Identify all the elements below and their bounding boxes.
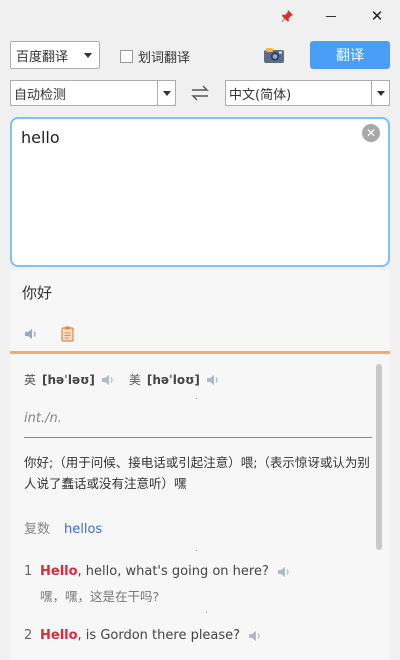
word-select-checkbox[interactable]: [120, 50, 133, 63]
chevron-down-icon: [84, 53, 92, 58]
source-text-value: hello: [21, 128, 60, 147]
example-translation: 嘿，嘿，这是在干吗?: [40, 589, 160, 604]
dictionary-panel: 英 [həˈləʊ] 美 [həˈloʊ] int./n. 你好;（用于问候、接…: [10, 354, 390, 660]
close-icon: ✕: [370, 7, 384, 25]
word-select-label: 划词翻译: [138, 51, 191, 66]
camera-icon[interactable]: [263, 46, 285, 64]
us-phonetic: [həˈloʊ]: [146, 372, 200, 387]
engine-select-value: 百度翻译: [16, 49, 69, 65]
result-panel: 你好 英 [həˈləʊ] 美 [həˈloʊ] int./n. 你好;（用于问…: [10, 270, 390, 660]
plural-label: 复数: [24, 522, 51, 537]
separator-dot: [196, 398, 197, 399]
minimize-icon: [326, 15, 336, 17]
pin-button[interactable]: [267, 0, 307, 32]
swap-arrows-icon[interactable]: [190, 84, 210, 102]
minimize-button[interactable]: [311, 0, 351, 32]
example-number: 1: [24, 564, 33, 579]
scrollbar[interactable]: [376, 364, 382, 550]
pin-icon: [281, 10, 293, 22]
engine-select[interactable]: 百度翻译: [10, 41, 100, 69]
speaker-icon[interactable]: [24, 328, 38, 340]
chevron-down-icon: [157, 81, 175, 105]
part-of-speech: int./n.: [24, 411, 62, 426]
speaker-icon[interactable]: [206, 374, 220, 386]
example-item: 1 Hello, hello, what's going on here?: [24, 564, 291, 579]
translation-result: 你好: [22, 284, 53, 302]
separator-dot: [206, 612, 207, 613]
copy-icon[interactable]: [61, 326, 75, 342]
example-number: 2: [24, 628, 33, 643]
speaker-icon[interactable]: [101, 374, 115, 386]
title-bar: ✕: [0, 0, 400, 32]
example-sentence: , is Gordon there please?: [77, 628, 241, 643]
example-item: 2 Hello, is Gordon there please?: [24, 628, 262, 643]
speaker-icon[interactable]: [248, 630, 262, 642]
phonetics-row: 英 [həˈləʊ] 美 [həˈloʊ]: [24, 371, 220, 388]
example-keyword: Hello: [40, 628, 78, 643]
language-bar: 自动检测 中文(简体): [10, 80, 390, 106]
us-label: 美: [128, 373, 141, 387]
speaker-icon[interactable]: [277, 566, 291, 578]
source-language-value: 自动检测: [14, 87, 67, 103]
translate-button[interactable]: 翻译: [310, 41, 390, 69]
definition-divider: [24, 437, 372, 438]
target-language-select[interactable]: 中文(简体): [225, 80, 390, 106]
example-keyword: Hello: [40, 564, 78, 579]
example-sentence: , hello, what's going on here?: [77, 564, 269, 579]
separator-dot: [196, 550, 197, 551]
source-text-input[interactable]: hello ✕: [10, 117, 390, 267]
toolbar: 百度翻译 划词翻译 翻译: [10, 40, 390, 70]
uk-phonetic: [həˈləʊ]: [42, 372, 95, 387]
plural-word-link[interactable]: hellos: [64, 522, 102, 537]
word-select-toggle[interactable]: 划词翻译: [120, 47, 190, 66]
source-language-select[interactable]: 自动检测: [10, 80, 176, 106]
definition-text: 你好;（用于问候、接电话或引起注意）喂;（表示惊讶或认为别人说了蠢话或没有注意听…: [24, 455, 370, 491]
target-language-value: 中文(简体): [229, 87, 292, 103]
plural-row: 复数 hellos: [24, 518, 102, 537]
clear-icon: ✕: [365, 126, 377, 140]
uk-label: 英: [24, 373, 37, 387]
clear-input-button[interactable]: ✕: [362, 124, 380, 142]
close-button[interactable]: ✕: [357, 0, 397, 32]
chevron-down-icon: [371, 81, 389, 105]
